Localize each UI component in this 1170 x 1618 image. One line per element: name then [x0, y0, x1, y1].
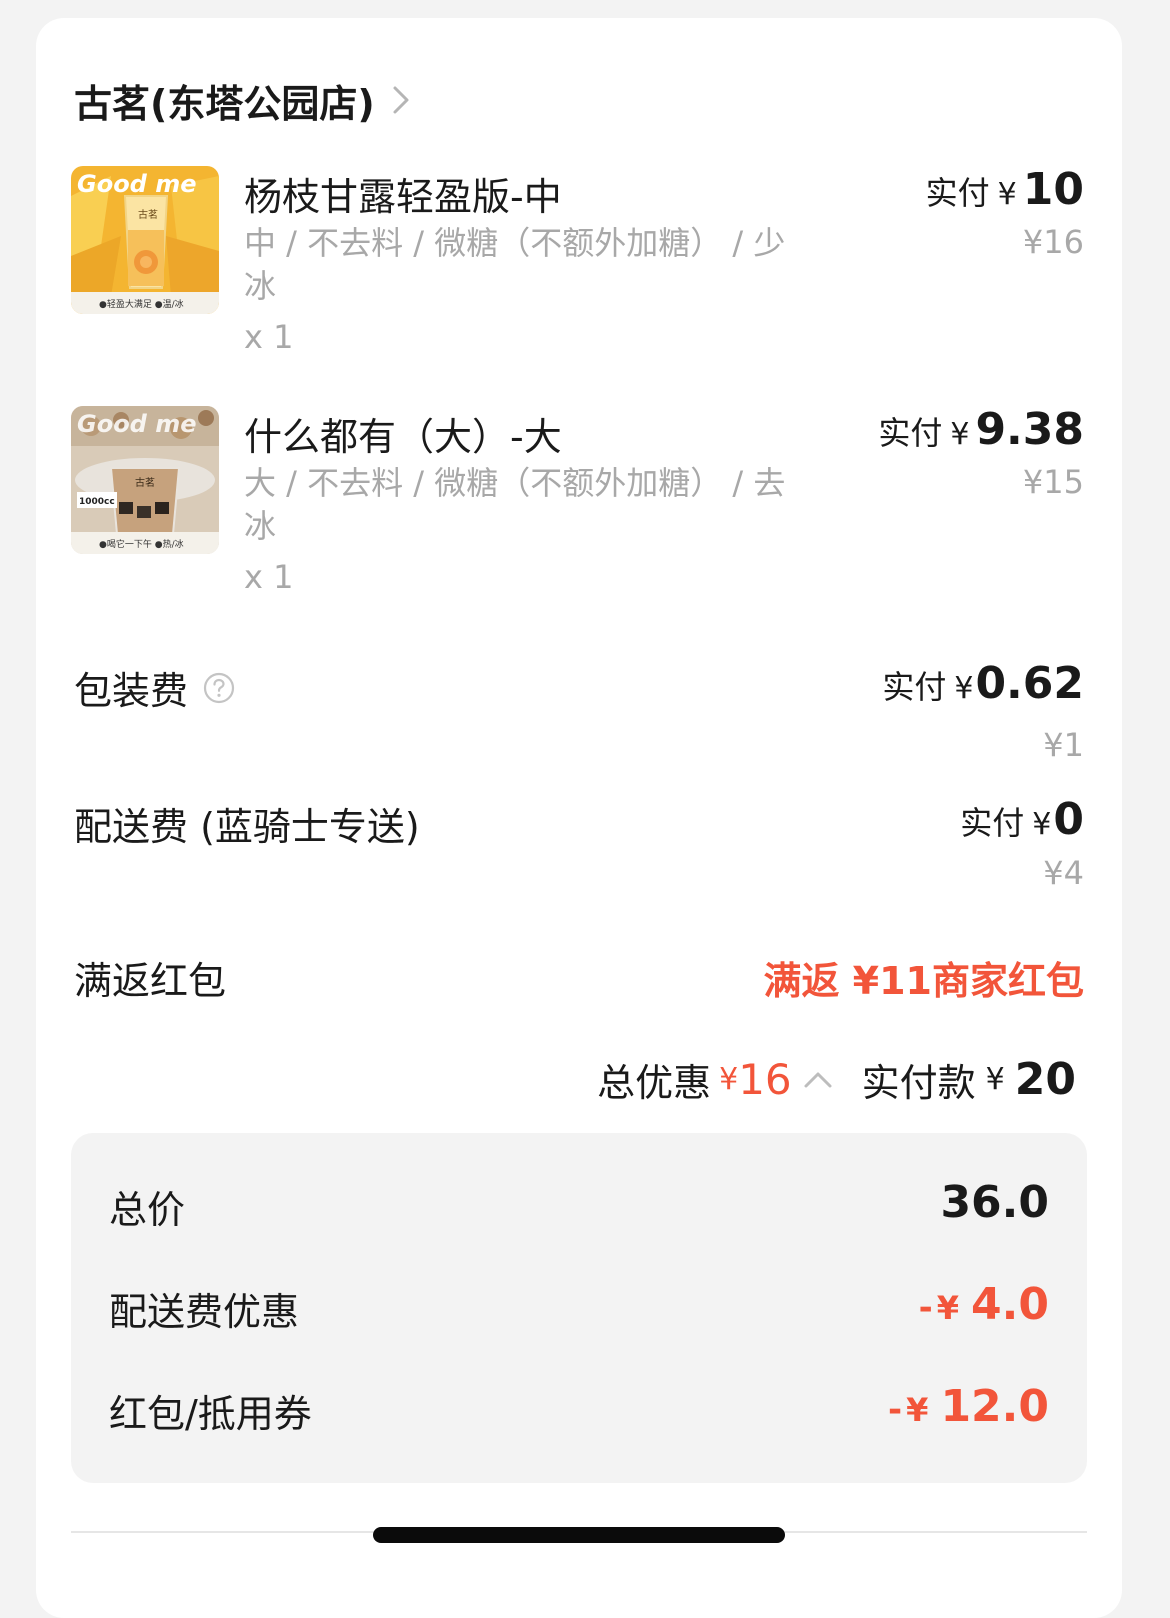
item-name[interactable]: 杨枝甘露轻盈版-中	[244, 166, 562, 221]
pay-yen: ¥	[954, 671, 974, 706]
item-qty: x 1	[244, 558, 294, 596]
thumb-cup-text: 古茗	[138, 208, 158, 221]
original-price: ¥4	[1043, 854, 1084, 892]
item-pay-line: 实付 ¥ 9.38	[878, 404, 1084, 455]
store-link[interactable]: 古茗(东塔公园店)	[74, 70, 419, 130]
store-name: 古茗(东塔公园店)	[74, 81, 375, 126]
breakdown-label: 配送费优惠	[109, 1290, 300, 1334]
thumb-footer-text: ●喝它一下午 ●热/冰	[99, 538, 184, 550]
discount-yen: ¥	[719, 1062, 739, 1097]
total-amount: 20	[1014, 1054, 1076, 1105]
breakdown-label: 红包/抵用券	[109, 1392, 312, 1436]
item-name[interactable]: 什么都有（大）-大	[244, 406, 562, 461]
pay-yen: ¥	[950, 417, 970, 452]
breakdown-value: - ¥ 12.0	[888, 1381, 1049, 1432]
home-indicator[interactable]	[373, 1527, 785, 1543]
item-pay-line: 实付 ¥ 10	[926, 164, 1084, 215]
breakdown-amount: 4.0	[971, 1279, 1049, 1330]
pay-amount: 10	[1022, 164, 1084, 215]
chevron-up-icon[interactable]	[800, 1062, 836, 1098]
pay-label: 实付	[960, 804, 1025, 842]
original-price: ¥1	[1043, 726, 1084, 764]
delivery-pay-line: 实付 ¥ 0	[960, 794, 1084, 845]
yen-sign: ¥	[906, 1391, 929, 1429]
product-image-mango[interactable]: Good me 古茗 ●轻盈大满足 ●温/冰	[71, 166, 219, 314]
price-breakdown-panel: 总价 36.0 配送费优惠 - ¥ 4.0 红包/抵用券 - ¥ 12.0	[71, 1133, 1087, 1483]
item-spec: 大 / 不去料 / 微糖（不额外加糖） / 去冰	[244, 464, 786, 545]
pay-label: 实付	[878, 414, 943, 452]
order-detail-card: 古茗(东塔公园店) Good me 古茗 ●轻盈大满足 ●温/冰 杨枝甘露轻盈版…	[36, 18, 1122, 1618]
pay-yen: ¥	[1032, 807, 1052, 842]
product-image-everything[interactable]: Good me 古茗 1000cc ●喝它一下午 ●热/冰	[71, 406, 219, 554]
discount-amount[interactable]: 16	[738, 1055, 791, 1104]
yen-sign: ¥	[936, 1289, 960, 1327]
packaging-fee-text: 包装费	[74, 669, 189, 713]
original-price: ¥16	[1022, 223, 1084, 261]
pay-amount: 0	[1053, 794, 1084, 845]
packaging-fee-label: 包装费	[74, 660, 236, 715]
breakdown-amount: 36.0	[940, 1177, 1049, 1228]
breakdown-amount: 12.0	[940, 1381, 1049, 1432]
thumb-brand-text: Good me	[77, 170, 197, 198]
pay-yen: ¥	[997, 177, 1017, 212]
item-spec: 中 / 不去料 / 微糖（不额外加糖） / 少冰	[244, 224, 786, 305]
packaging-pay-line: 实付 ¥ 0.62	[882, 658, 1084, 709]
discount-label[interactable]: 总优惠	[597, 1052, 711, 1107]
pay-amount: 0.62	[975, 658, 1084, 709]
pay-label: 实付	[925, 174, 990, 212]
pay-amount: 9.38	[975, 404, 1084, 455]
minus-sign: -	[888, 1390, 903, 1430]
breakdown-value: 36.0	[940, 1177, 1049, 1228]
total-yen: ¥	[985, 1062, 1005, 1097]
rebate-label: 满返红包	[74, 959, 227, 1003]
minus-sign: -	[918, 1288, 933, 1328]
breakdown-label: 总价	[109, 1188, 186, 1232]
breakdown-value: - ¥ 4.0	[919, 1279, 1049, 1330]
original-price: ¥15	[1022, 463, 1084, 501]
thumb-badge-text: 1000cc	[79, 497, 115, 507]
rebate-value[interactable]: 满返 ¥11商家红包	[763, 950, 1084, 1005]
item-qty: x 1	[244, 318, 294, 356]
thumb-brand-text: Good me	[77, 410, 197, 438]
summary-line: 总优惠 ¥ 16 实付款 ¥ 20	[597, 1052, 1076, 1107]
thumb-footer-text: ●轻盈大满足 ●温/冰	[99, 298, 184, 310]
delivery-fee-label: 配送费 (蓝骑士专送)	[74, 805, 420, 849]
thumb-cup-text: 古茗	[135, 476, 155, 489]
help-circle-icon[interactable]	[202, 671, 236, 705]
chevron-right-icon	[393, 86, 409, 114]
pay-label: 实付	[882, 668, 947, 706]
total-label: 实付款	[861, 1061, 976, 1105]
